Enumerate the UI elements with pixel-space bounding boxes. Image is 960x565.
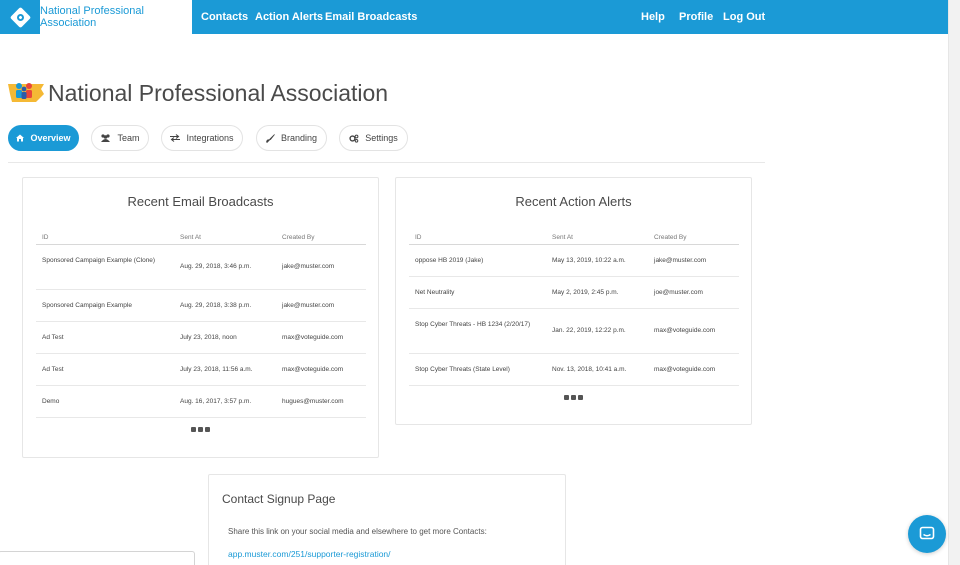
table-row[interactable]: Sponsored Campaign Example Aug. 29, 2018… [36, 290, 366, 322]
row-sent-at: Aug. 29, 2018, 3:46 p.m. [180, 263, 252, 270]
settings-icon [349, 134, 359, 143]
row-sent-at: July 23, 2018, noon [180, 334, 237, 341]
nav-item-organization[interactable]: National Professional Association [40, 0, 192, 34]
recent-action-alerts-card: Recent Action Alerts ID Sent At Created … [395, 177, 752, 425]
card-title: Recent Email Broadcasts [127, 194, 274, 209]
team-icon [101, 134, 111, 142]
row-id[interactable]: oppose HB 2019 (Jake) [415, 255, 483, 267]
table-row[interactable]: Sponsored Campaign Example (Clone) Aug. … [36, 245, 366, 290]
row-sent-at: Nov. 13, 2018, 10:41 a.m. [552, 366, 627, 373]
signup-description: Share this link on your social media and… [228, 527, 487, 536]
tab-team-label: Team [117, 133, 140, 143]
tab-settings-label: Settings [365, 133, 398, 143]
row-sent-at: Aug. 16, 2017, 3:57 p.m. [180, 398, 252, 405]
row-created-by: max@voteguide.com [282, 366, 344, 373]
more-icon[interactable] [191, 427, 210, 432]
table-row[interactable]: Net Neutrality May 2, 2019, 2:45 p.m. jo… [409, 277, 739, 309]
column-header-id: ID [415, 234, 422, 241]
integrations-icon [170, 134, 181, 142]
row-id[interactable]: Sponsored Campaign Example [42, 300, 132, 312]
logo-icon[interactable] [0, 0, 40, 34]
tab-integrations[interactable]: Integrations [161, 125, 243, 151]
tab-branding[interactable]: Branding [256, 125, 327, 151]
nav-item-help[interactable]: Help [641, 0, 665, 34]
table-row[interactable]: oppose HB 2019 (Jake) May 13, 2019, 10:2… [409, 245, 739, 277]
tab-integrations-label: Integrations [186, 133, 234, 143]
row-id[interactable]: Ad Test [42, 332, 64, 344]
row-created-by: jake@muster.com [282, 302, 335, 309]
tab-settings[interactable]: Settings [339, 125, 408, 151]
tab-branding-label: Branding [280, 133, 318, 143]
page-title: National Professional Association [48, 80, 389, 106]
nav-item-contacts[interactable]: Contacts [201, 0, 248, 34]
tab-team[interactable]: Team [91, 125, 149, 151]
scrollbar[interactable] [948, 0, 960, 565]
nav-item-email-broadcasts[interactable]: Email Broadcasts [325, 0, 417, 34]
tab-overview-label: Overview [30, 133, 71, 143]
column-header-id: ID [42, 234, 49, 241]
row-created-by: jake@muster.com [282, 263, 335, 270]
row-id[interactable]: Demo [42, 396, 59, 408]
tabs-divider [8, 162, 765, 163]
chat-icon[interactable] [908, 515, 946, 553]
contact-signup-card: Contact Signup Page Share this link on y… [208, 474, 566, 565]
tab-overview[interactable]: Overview [8, 125, 79, 151]
table-row[interactable]: Demo Aug. 16, 2017, 3:57 p.m. hugues@mus… [36, 386, 366, 418]
row-created-by: joe@muster.com [654, 289, 703, 296]
row-id[interactable]: Ad Test [42, 364, 64, 376]
column-header-created-by: Created By [282, 234, 315, 241]
row-created-by: hugues@muster.com [282, 398, 344, 405]
card-title: Recent Action Alerts [515, 194, 632, 209]
row-created-by: jake@muster.com [654, 257, 707, 264]
row-sent-at: Jan. 22, 2019, 12:22 p.m. [552, 327, 626, 334]
nav-item-profile[interactable]: Profile [679, 0, 713, 34]
row-created-by: max@voteguide.com [654, 366, 716, 373]
row-id[interactable]: Sponsored Campaign Example (Clone) [42, 255, 160, 267]
row-sent-at: July 23, 2018, 11:56 a.m. [180, 366, 253, 373]
nav-item-log-out[interactable]: Log Out [723, 0, 765, 34]
branding-icon [266, 133, 275, 143]
row-created-by: max@voteguide.com [282, 334, 344, 341]
organization-icon [8, 83, 44, 102]
row-sent-at: May 13, 2019, 10:22 a.m. [552, 257, 626, 264]
row-created-by: max@voteguide.com [654, 327, 716, 334]
column-header-created-by: Created By [654, 234, 687, 241]
row-id[interactable]: Net Neutrality [415, 287, 454, 299]
table-row[interactable]: Stop Cyber Threats - HB 1234 (2/20/17) J… [409, 309, 739, 354]
row-id[interactable]: Stop Cyber Threats - HB 1234 (2/20/17) [415, 319, 533, 331]
more-icon[interactable] [564, 395, 583, 400]
signup-title: Contact Signup Page [222, 492, 336, 506]
row-sent-at: Aug. 29, 2018, 3:38 p.m. [180, 302, 252, 309]
home-icon [16, 134, 25, 142]
recent-email-broadcasts-card: Recent Email Broadcasts ID Sent At Creat… [22, 177, 379, 458]
table-row[interactable]: Ad Test July 23, 2018, 11:56 a.m. max@vo… [36, 354, 366, 386]
column-header-sent-at: Sent At [552, 234, 573, 241]
signup-link[interactable]: app.muster.com/251/supporter-registratio… [228, 549, 391, 559]
column-header-sent-at: Sent At [180, 234, 201, 241]
row-id[interactable]: Stop Cyber Threats (State Level) [415, 364, 510, 376]
table-row[interactable]: Stop Cyber Threats (State Level) Nov. 13… [409, 354, 739, 386]
table-row[interactable]: Ad Test July 23, 2018, noon max@voteguid… [36, 322, 366, 354]
bottom-panel[interactable] [0, 551, 195, 565]
nav-item-action-alerts[interactable]: Action Alerts [255, 0, 323, 34]
top-nav: National Professional Association Contac… [0, 0, 960, 34]
row-sent-at: May 2, 2019, 2:45 p.m. [552, 289, 619, 296]
